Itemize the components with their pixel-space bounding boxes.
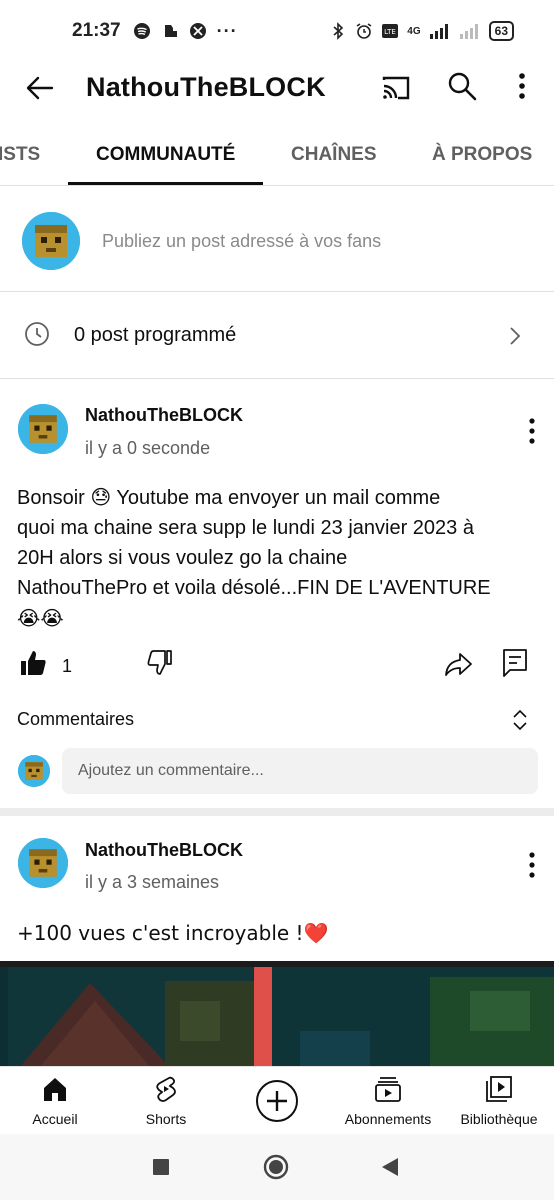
post-text: +100 vues c'est incroyable !❤️ [17, 921, 329, 945]
chevron-right-icon [510, 327, 521, 345]
post-time: il y a 0 seconde [85, 438, 211, 458]
more-notifications-icon: ··· [216, 20, 238, 41]
comment-input[interactable]: Ajoutez un commentaire... [62, 748, 538, 794]
battery-indicator: 63 [488, 21, 514, 41]
post-time: il y a 3 semaines [85, 872, 220, 892]
tab-communaute[interactable]: COMMUNAUTÉ [96, 144, 235, 166]
xbox-icon [189, 23, 206, 39]
back-arrow-icon[interactable] [22, 70, 58, 106]
scheduled-posts-label: 0 post programmé [74, 324, 237, 346]
avatar-block-face-icon [18, 838, 68, 888]
shorts-icon [156, 1076, 176, 1102]
post-divider [0, 808, 554, 816]
comments-label[interactable]: Commentaires [17, 709, 134, 730]
svg-text:LTE: LTE [384, 28, 396, 36]
nav-library[interactable]: Bibliothèque [444, 1067, 554, 1135]
avatar [18, 755, 50, 787]
comment-placeholder: Ajoutez un commentaire... [78, 762, 264, 779]
post-text-line: Bonsoir 😓 Youtube ma envoyer un mail com… [17, 487, 441, 509]
share-icon[interactable] [443, 650, 473, 678]
post-body: Bonsoir 😓 Youtube ma envoyer un mail com… [17, 483, 537, 633]
nav-shorts[interactable]: Shorts [110, 1067, 222, 1135]
nav-label: Shorts [145, 1111, 187, 1127]
post-text-line: 😭😭 [17, 606, 64, 630]
post-image[interactable] [0, 961, 554, 1067]
post-text-line: 20H alors si vous voulez go la chaine [17, 547, 348, 569]
avatar-block-face-icon [22, 212, 80, 270]
post-text-line: NathouThePro et voila désolé...FIN DE L'… [17, 577, 491, 599]
channel-tabs: ISTS COMMUNAUTÉ CHAÎNES À PROPOS [0, 126, 554, 186]
nav-subscriptions[interactable]: Abonnements [332, 1067, 444, 1135]
nav-label: Abonnements [344, 1111, 432, 1127]
dislike-icon[interactable] [146, 649, 174, 677]
spotify-icon [133, 23, 150, 39]
more-vert-icon[interactable] [506, 68, 538, 104]
status-bar: 21:37 ··· LTE 4G 63 [0, 0, 554, 62]
avatar [18, 838, 68, 888]
bluetooth-icon [333, 22, 344, 40]
avatar-block-face-icon [18, 755, 50, 787]
search-icon[interactable] [444, 68, 480, 104]
network-type: 4G [407, 25, 421, 37]
nav-label: Bibliothèque [460, 1111, 538, 1127]
composer-placeholder: Publiez un post adressé à vos fans [102, 231, 382, 251]
minecraft-screenshot-image [0, 961, 554, 1067]
signal-2-icon [459, 24, 478, 39]
expand-icon[interactable] [510, 708, 530, 732]
scheduled-posts-row[interactable]: 0 post programmé [0, 293, 554, 379]
post-author[interactable]: NathouTheBLOCK [85, 405, 243, 426]
home-icon [44, 1078, 66, 1101]
status-right-icons: LTE 4G 63 [329, 21, 514, 41]
bottom-navigation: Accueil Shorts Abonnements Bibliothèque [0, 1066, 554, 1134]
avatar-block-face-icon [18, 404, 68, 454]
system-navigation-bar [0, 1134, 554, 1200]
avatar [18, 404, 68, 454]
avatar [22, 212, 80, 270]
post-author[interactable]: NathouTheBLOCK [85, 840, 243, 861]
like-icon[interactable] [18, 648, 48, 678]
recents-icon[interactable] [152, 1158, 170, 1176]
nav-label: Accueil [32, 1111, 78, 1127]
post-more-icon[interactable] [522, 850, 542, 880]
tab-chaines[interactable]: CHAÎNES [291, 144, 377, 166]
app-bar: NathouTheBLOCK [0, 62, 554, 114]
system-back-icon[interactable] [380, 1156, 400, 1178]
volte-icon: LTE [382, 24, 399, 38]
notification-app-icon [164, 25, 177, 37]
clock-icon [25, 322, 49, 346]
post-more-icon[interactable] [522, 416, 542, 446]
home-circle-icon[interactable] [263, 1154, 289, 1180]
subscriptions-icon [375, 1077, 401, 1102]
channel-title: NathouTheBLOCK [86, 72, 326, 102]
comment-icon[interactable] [502, 648, 528, 678]
cast-icon[interactable] [378, 70, 414, 106]
alarm-icon [356, 23, 372, 39]
status-time: 21:37 [72, 20, 121, 41]
tab-playlists[interactable]: ISTS [0, 144, 40, 166]
post-text-line: quoi ma chaine sera supp le lundi 23 jan… [17, 517, 474, 539]
nav-create[interactable] [222, 1067, 332, 1135]
status-notification-icons: ··· [133, 21, 238, 42]
library-icon [486, 1076, 512, 1102]
nav-home[interactable]: Accueil [0, 1067, 110, 1135]
post-composer[interactable]: Publiez un post adressé à vos fans [0, 187, 554, 292]
like-count: 1 [62, 656, 73, 676]
active-tab-indicator [68, 182, 263, 185]
signal-icon [429, 24, 448, 39]
create-icon [256, 1080, 298, 1122]
tab-a-propos[interactable]: À PROPOS [432, 144, 532, 166]
